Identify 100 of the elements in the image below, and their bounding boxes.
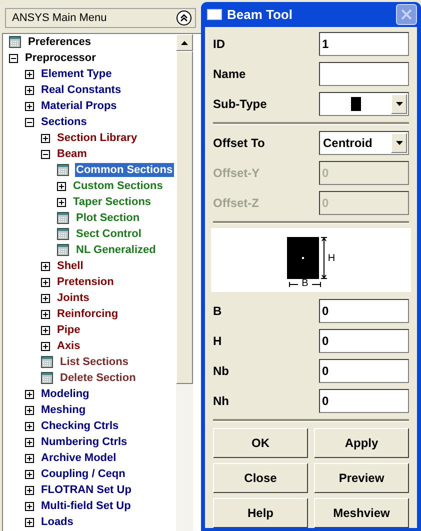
expand-icon[interactable] (25, 70, 34, 78)
menu-item[interactable]: Multi-field Set Up (40, 499, 132, 513)
collapse-icon[interactable] (41, 150, 50, 158)
dropdown[interactable] (319, 92, 409, 116)
rectangle-section-drawing (286, 237, 319, 279)
menu-item[interactable]: Sections (40, 115, 88, 129)
menu-item[interactable]: Axis (56, 339, 82, 353)
expand-icon[interactable] (25, 470, 34, 478)
table-icon (57, 244, 69, 256)
menu-item[interactable]: Coupling / Ceqn (40, 467, 126, 481)
menu-item[interactable]: Delete Section (59, 371, 137, 385)
height-dimension-icon (320, 237, 327, 279)
field-label: Nb (213, 363, 230, 380)
dropdown[interactable]: Centroid (319, 131, 409, 155)
expand-icon[interactable] (57, 182, 66, 190)
expand-icon[interactable] (41, 310, 50, 318)
menu-item[interactable]: Pipe (56, 323, 82, 337)
expand-icon[interactable] (25, 486, 34, 494)
menu-item[interactable]: Element Type (40, 67, 113, 81)
table-icon (57, 212, 69, 224)
dialog-button[interactable]: Help (213, 498, 308, 528)
expand-icon[interactable] (41, 294, 50, 302)
dialog-button[interactable]: Apply (314, 428, 409, 458)
dropdown-value: Centroid (322, 135, 372, 152)
expand-icon[interactable] (57, 198, 66, 206)
menu-item[interactable]: Checking Ctrls (40, 419, 120, 433)
menu-item[interactable]: Material Props (40, 99, 118, 113)
table-icon (41, 372, 53, 384)
diagram-label: H (328, 252, 336, 266)
menu-item[interactable]: Modeling (40, 387, 90, 401)
text-field[interactable]: 0 (319, 389, 409, 413)
field-label: H (213, 333, 223, 350)
menu-item[interactable]: Meshing (40, 403, 87, 417)
expand-icon[interactable] (25, 86, 34, 94)
text-field[interactable]: 0 (319, 299, 409, 323)
menu-item[interactable]: Numbering Ctrls (40, 435, 128, 449)
menu-item[interactable]: NL Generalized (75, 243, 157, 257)
scrollbar[interactable] (176, 34, 193, 531)
up-arrow-icon (181, 40, 188, 44)
expand-icon[interactable] (25, 518, 34, 526)
field-value: 1 (321, 36, 329, 53)
scroll-up-button[interactable] (176, 34, 193, 51)
expand-icon[interactable] (25, 438, 34, 446)
field-label: Offset-Z (213, 195, 260, 212)
scroll-thumb[interactable] (176, 51, 193, 384)
expand-icon[interactable] (25, 102, 34, 110)
expand-icon[interactable] (41, 342, 50, 350)
width-dimension-left-icon (288, 282, 298, 286)
menu-item[interactable]: Preferences (27, 35, 92, 49)
expand-icon[interactable] (41, 262, 50, 270)
width-dimension-right-icon (312, 282, 321, 286)
text-field[interactable]: 0 (319, 329, 409, 353)
field-label: Offset-Y (213, 165, 261, 182)
field-value: 0 (321, 333, 329, 350)
expand-icon[interactable] (41, 134, 50, 142)
window-icon (207, 9, 222, 20)
collapse-icon[interactable] (25, 118, 34, 126)
field-value: 0 (321, 165, 329, 182)
menu-item[interactable]: Real Constants (40, 83, 122, 97)
collapse-icon[interactable] (176, 10, 192, 26)
menu-item[interactable]: Beam (56, 147, 88, 161)
menu-title: ANSYS Main Menu (12, 10, 107, 26)
dialog-button[interactable]: Meshview (314, 498, 409, 528)
menu-item[interactable]: FLOTRAN Set Up (40, 483, 132, 497)
menu-item[interactable]: Preprocessor (24, 51, 97, 65)
field-label: Nh (213, 393, 230, 410)
field-label: Sub-Type (213, 96, 268, 113)
dialog-button[interactable]: OK (213, 428, 308, 458)
expand-icon[interactable] (25, 406, 34, 414)
menu-item[interactable]: Shell (56, 259, 84, 273)
menu-item[interactable]: Section Library (56, 131, 138, 145)
menu-item[interactable]: Loads (40, 515, 74, 529)
expand-icon[interactable] (41, 326, 50, 334)
menu-item[interactable]: Pretension (56, 275, 115, 289)
menu-item[interactable]: Taper Sections (72, 195, 152, 209)
menu-item[interactable]: Plot Section (75, 211, 141, 225)
menu-item[interactable]: Custom Sections (72, 179, 164, 193)
field-label: Name (213, 66, 247, 83)
expand-icon[interactable] (25, 502, 34, 510)
menu-item[interactable]: Archive Model (40, 451, 118, 465)
field-value: 0 (321, 393, 329, 410)
expand-icon[interactable] (25, 390, 34, 398)
menu-item[interactable]: Common Sections (75, 163, 174, 177)
menu-item[interactable]: Reinforcing (56, 307, 120, 321)
menu-item[interactable]: Sect Control (75, 227, 142, 241)
expand-icon[interactable] (25, 454, 34, 462)
text-field[interactable] (319, 62, 409, 86)
field-label: ID (213, 36, 226, 53)
dialog-button[interactable]: Close (213, 463, 308, 493)
menu-item[interactable]: List Sections (59, 355, 130, 369)
table-icon (57, 228, 69, 240)
dialog-button[interactable]: Preview (314, 463, 409, 493)
diagram-label: B (302, 279, 308, 289)
expand-icon[interactable] (25, 422, 34, 430)
text-field[interactable]: 0 (319, 359, 409, 383)
text-field[interactable]: 1 (319, 32, 409, 56)
window-title: Beam Tool (227, 6, 292, 24)
expand-icon[interactable] (41, 278, 50, 286)
menu-item[interactable]: Joints (56, 291, 90, 305)
collapse-icon[interactable] (9, 54, 18, 62)
